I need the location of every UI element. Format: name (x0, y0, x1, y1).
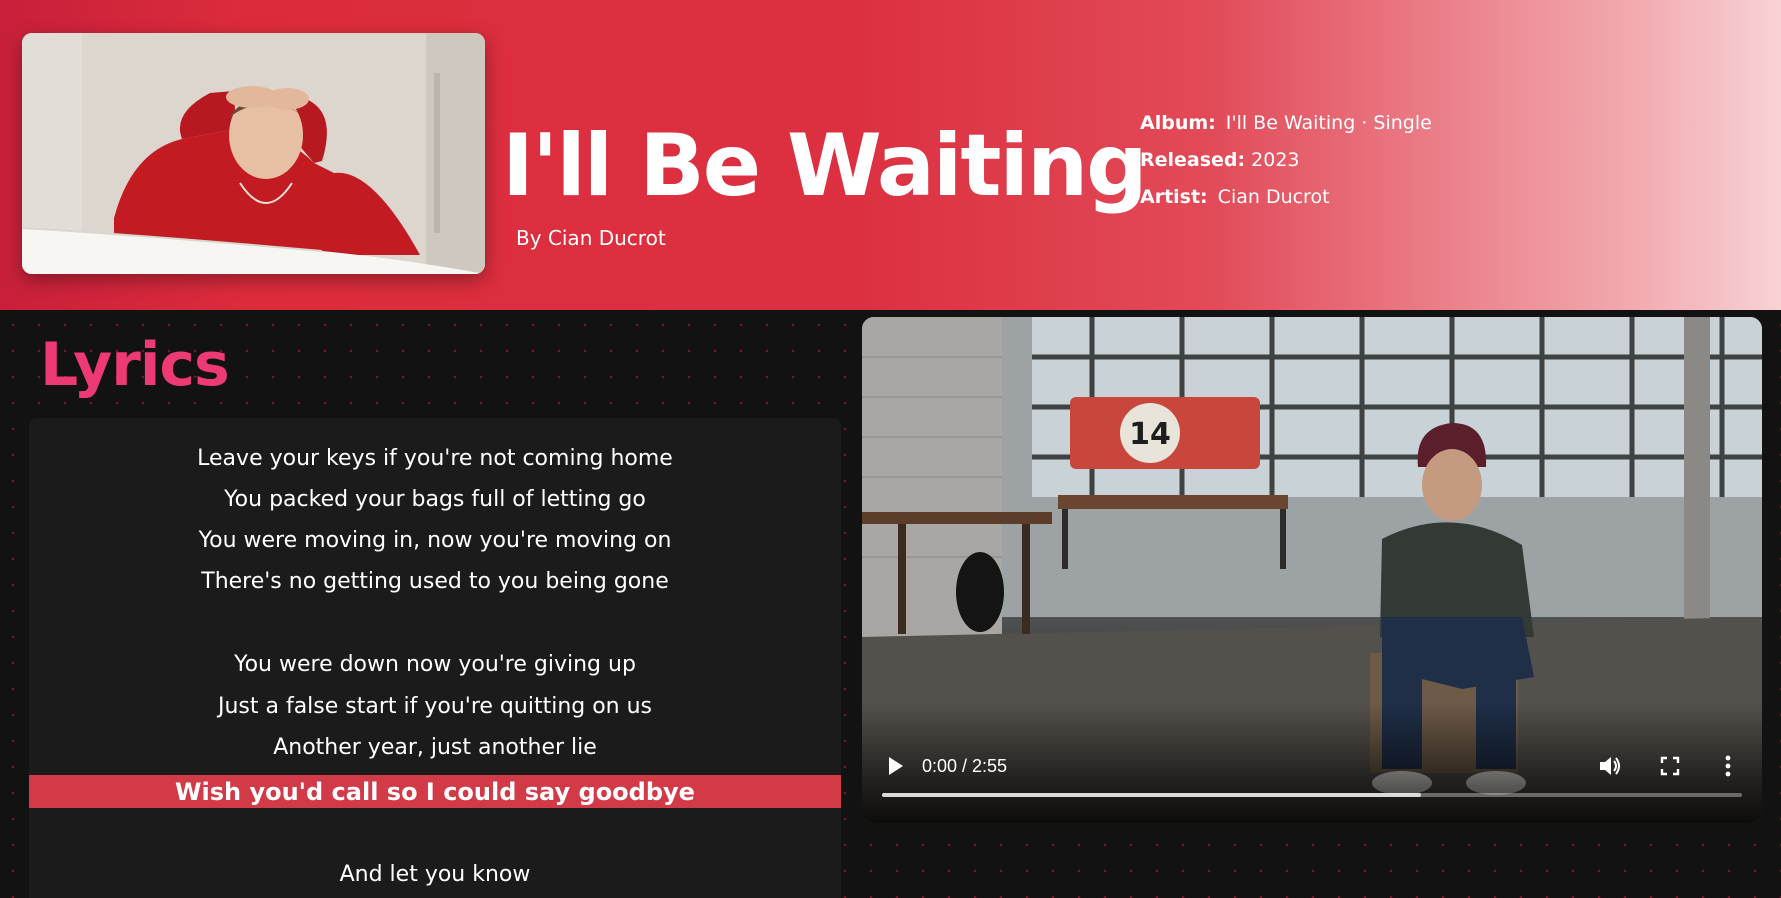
lyric-line-blank (29, 816, 841, 849)
lyric-line[interactable]: You were moving in, now you're moving on (29, 524, 841, 557)
seek-bar-buffered (882, 793, 1422, 797)
meta-album-label: Album: (1140, 111, 1216, 134)
song-meta: Album: I'll Be Waiting · Single Released… (1140, 104, 1432, 215)
play-icon (889, 757, 903, 775)
lyric-line[interactable]: There's no getting used to you being gon… (29, 565, 841, 598)
meta-artist: Artist: Cian Ducrot (1140, 178, 1432, 215)
lyric-line[interactable]: You packed your bags full of letting go (29, 483, 841, 516)
meta-artist-value: Cian Ducrot (1217, 185, 1330, 208)
meta-artist-label: Artist: (1140, 185, 1208, 208)
song-byline: By Cian Ducrot (516, 226, 666, 250)
lyric-line[interactable]: You were down now you're giving up (29, 648, 841, 681)
lyric-line[interactable]: Another year, just another lie (29, 731, 841, 764)
meta-released: Released: 2023 (1140, 141, 1432, 178)
album-cover-image (22, 33, 485, 274)
song-header: I'll Be Waiting By Cian Ducrot Album: I'… (0, 0, 1781, 310)
meta-released-value: 2023 (1251, 148, 1300, 171)
more-vertical-icon (1725, 755, 1731, 777)
meta-released-label: Released: (1140, 148, 1246, 171)
volume-icon (1600, 757, 1620, 775)
more-options-button[interactable] (1718, 753, 1738, 779)
lyrics-heading: Lyrics (40, 330, 230, 400)
music-video-player[interactable]: 14 0:00 / 2:55 (862, 317, 1762, 823)
meta-album-value: I'll Be Waiting · Single (1225, 111, 1432, 134)
video-time: 0:00 / 2:55 (922, 756, 1008, 776)
fullscreen-icon (1660, 756, 1680, 776)
fullscreen-button[interactable] (1658, 754, 1682, 778)
meta-album: Album: I'll Be Waiting · Single (1140, 104, 1432, 141)
lyrics-panel[interactable]: Leave your keys if you're not coming hom… (29, 418, 841, 898)
song-title: I'll Be Waiting (502, 116, 1148, 216)
lyric-line[interactable]: And let you know (29, 858, 841, 891)
volume-button[interactable] (1597, 753, 1623, 779)
lyric-line[interactable]: Just a false start if you're quitting on… (29, 690, 841, 723)
lyric-line[interactable]: Leave your keys if you're not coming hom… (29, 442, 841, 475)
play-button[interactable] (884, 754, 906, 778)
svg-text:14: 14 (1129, 417, 1171, 452)
lyric-line-active[interactable]: Wish you'd call so I could say goodbye (29, 775, 841, 808)
seek-bar[interactable] (882, 793, 1742, 797)
lyric-line-blank (29, 607, 841, 640)
cover-artwork (22, 33, 485, 274)
